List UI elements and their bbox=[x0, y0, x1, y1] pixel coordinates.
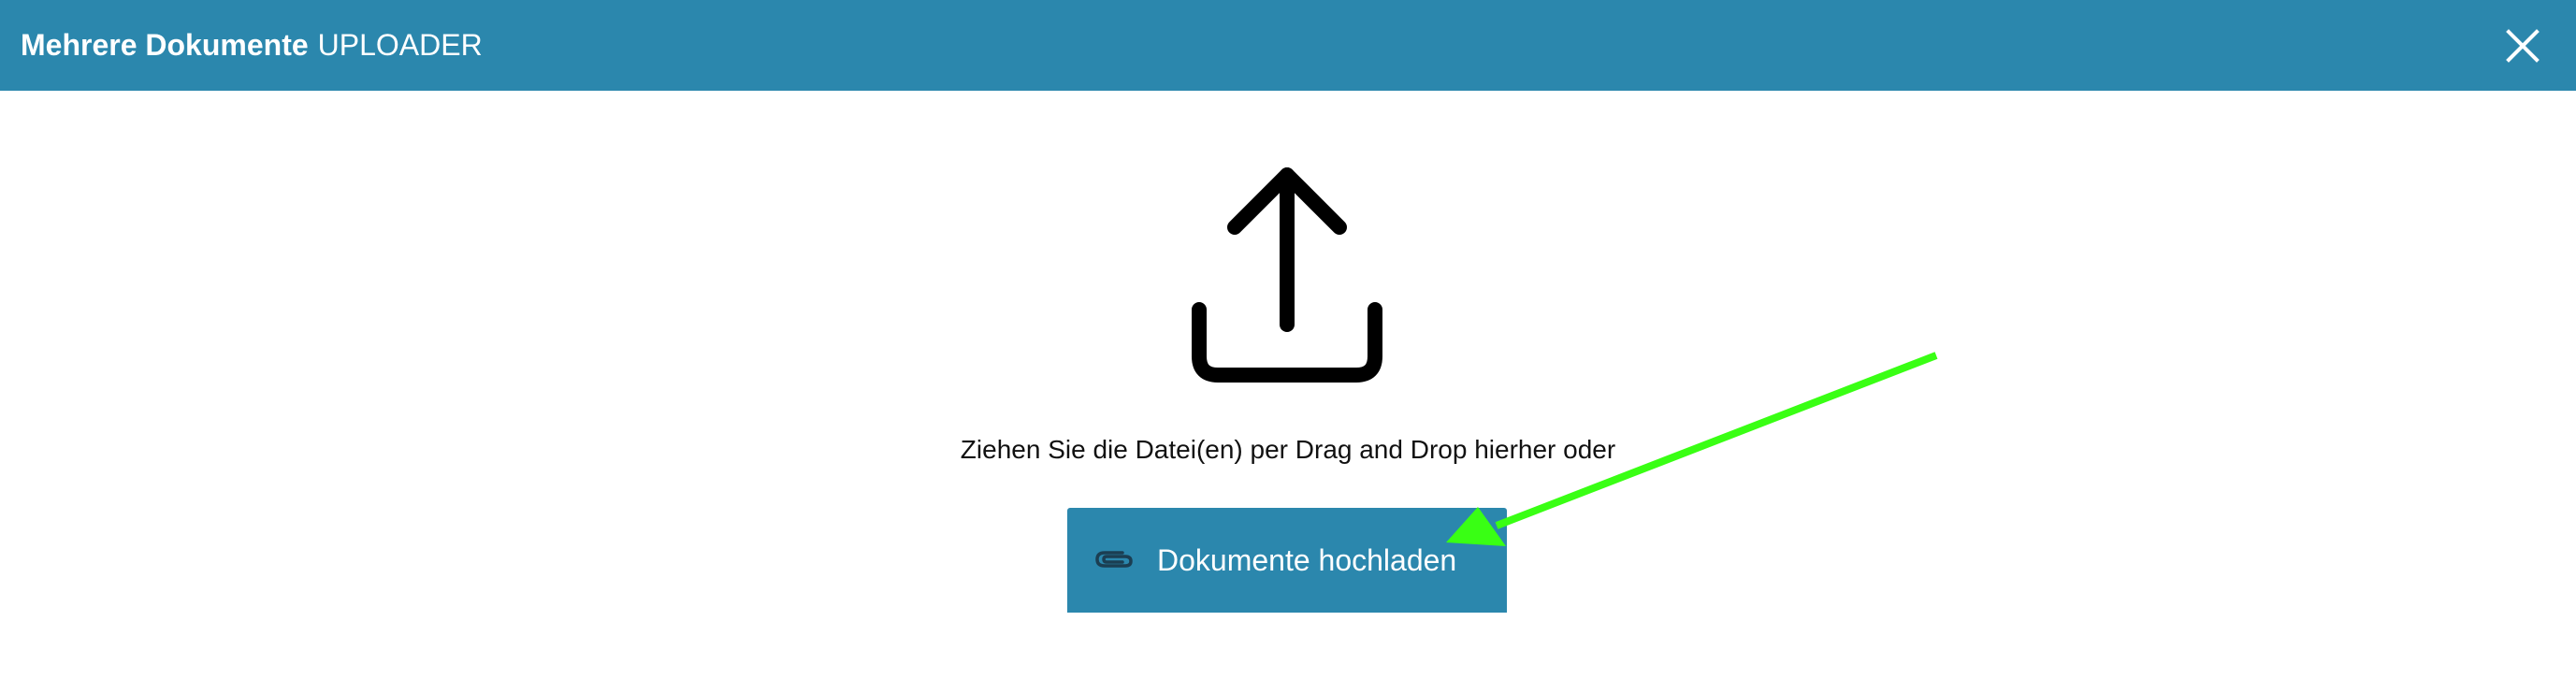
dialog-header: Mehrere Dokumente UPLOADER bbox=[0, 0, 2576, 91]
close-icon bbox=[2506, 29, 2540, 63]
upload-documents-button[interactable]: Dokumente hochladen bbox=[1067, 508, 1507, 613]
dialog-title-light: UPLOADER bbox=[317, 28, 483, 62]
close-button[interactable] bbox=[2497, 21, 2548, 71]
upload-button-label: Dokumente hochladen bbox=[1157, 543, 1457, 577]
dialog-title: Mehrere Dokumente UPLOADER bbox=[21, 0, 483, 91]
drop-instruction: Ziehen Sie die Datei(en) per Drag and Dr… bbox=[960, 435, 1616, 464]
upload-icon bbox=[1192, 167, 1382, 383]
drop-zone[interactable]: Ziehen Sie die Datei(en) per Drag and Dr… bbox=[0, 91, 2576, 679]
dialog-title-strong: Mehrere Dokumente bbox=[21, 28, 309, 62]
paperclip-icon bbox=[1095, 551, 1133, 568]
uploader-dialog: Mehrere Dokumente UPLOADER Ziehen Sie die… bbox=[0, 0, 2576, 679]
